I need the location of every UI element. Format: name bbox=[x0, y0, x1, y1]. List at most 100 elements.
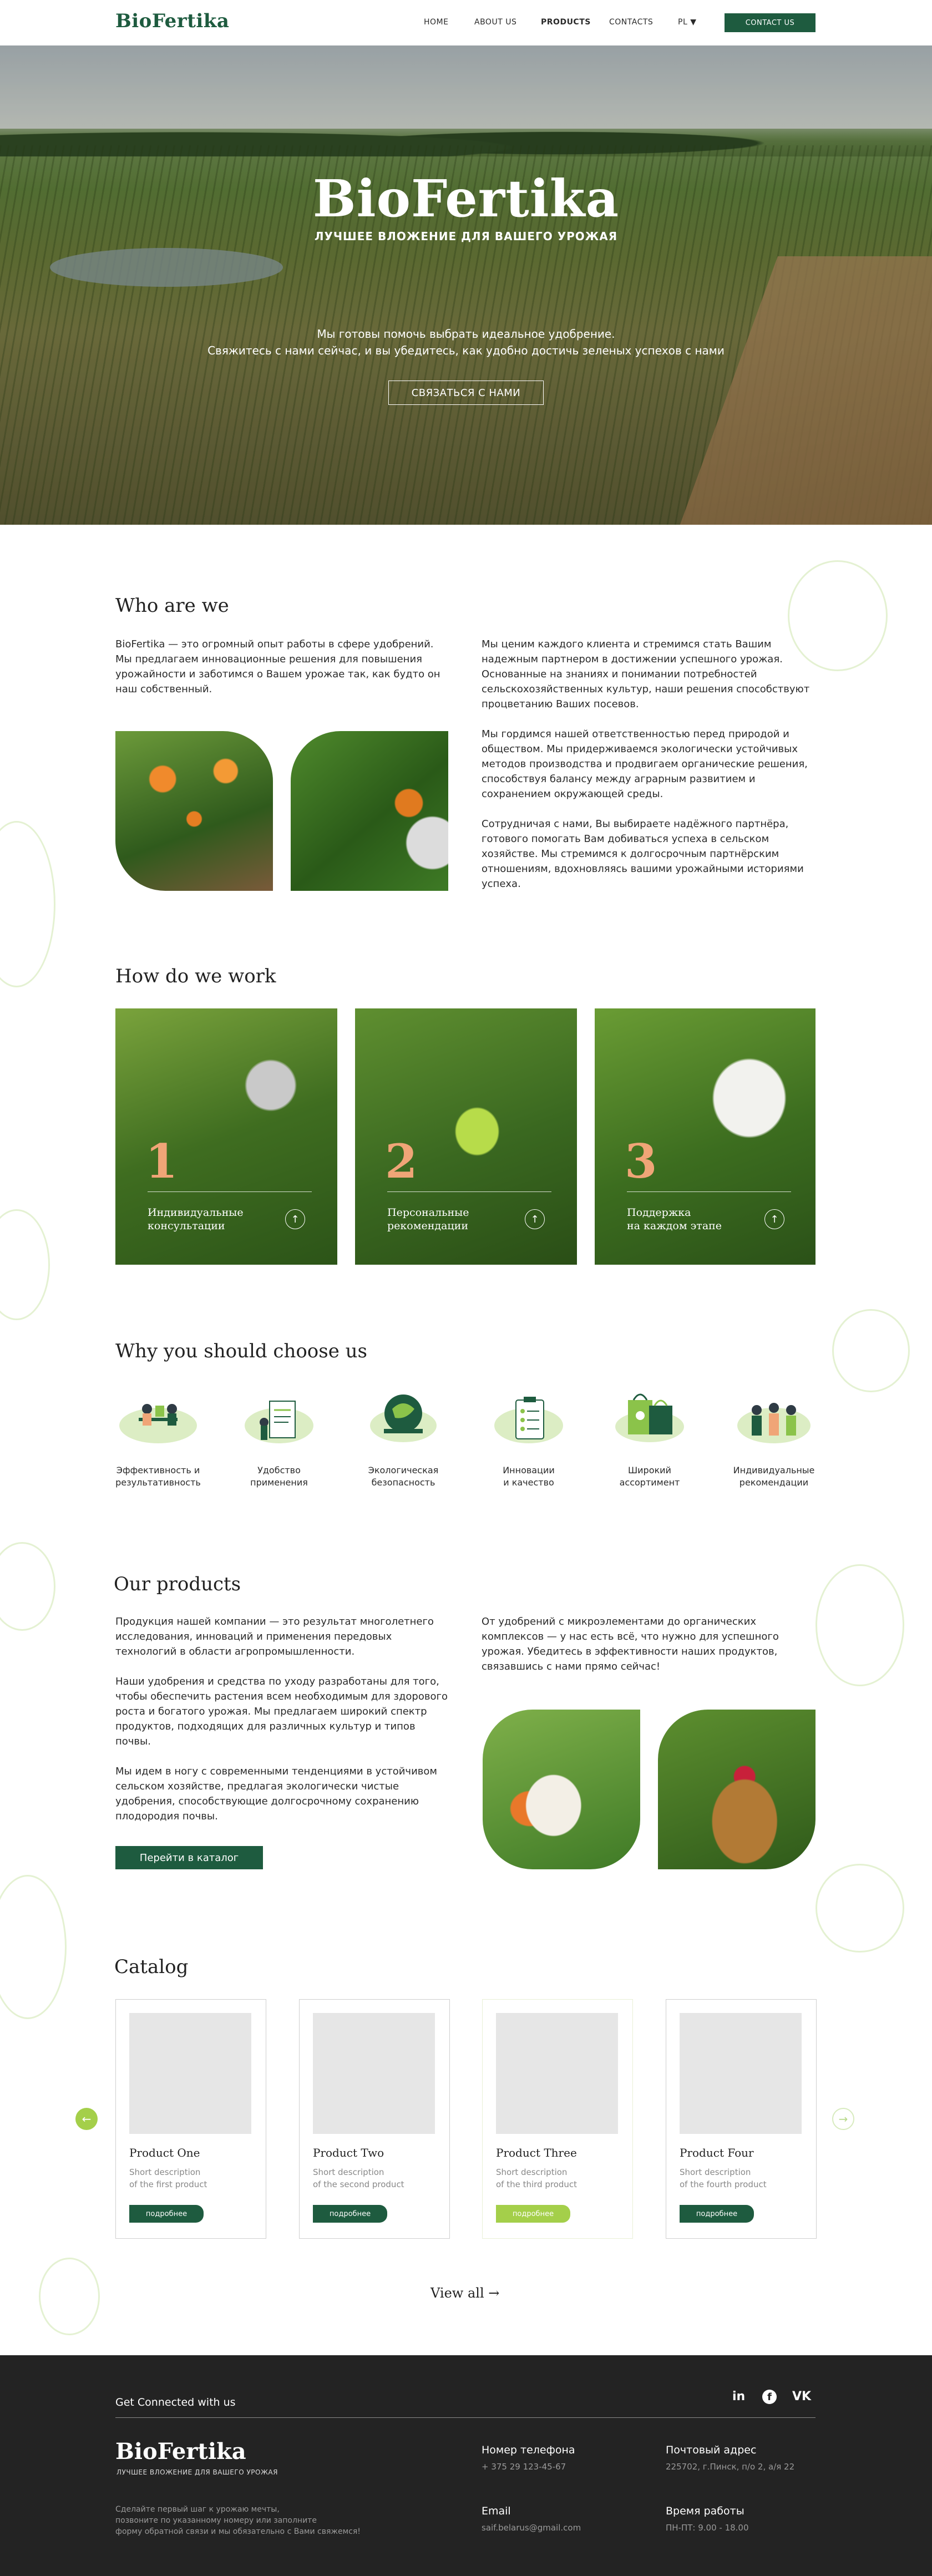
work-card-number: 2 bbox=[385, 1134, 418, 1189]
products-title: Our products bbox=[114, 1573, 241, 1595]
footer-phone-title: Номер телефона bbox=[482, 2444, 575, 2456]
product-more-button[interactable]: подробнее bbox=[313, 2205, 387, 2223]
photo-flowers bbox=[115, 731, 273, 891]
product-image-placeholder bbox=[496, 2013, 618, 2134]
arrow-up-icon[interactable]: ↑ bbox=[764, 1209, 784, 1229]
broccoli-doodle-icon bbox=[832, 1309, 910, 1392]
document-icon bbox=[237, 1391, 321, 1447]
product-name: Product Three bbox=[496, 2146, 577, 2159]
products-right-text: От удобрений с микроэлементами до органи… bbox=[482, 1616, 779, 1672]
footer-blurb-line2: позвоните по указанному номеру или запол… bbox=[115, 2516, 317, 2525]
work-card-label-line1: Индивидуальные bbox=[148, 1206, 244, 1219]
why-label-6: Индивидуальные рекомендации bbox=[733, 1465, 815, 1488]
footer-divider bbox=[115, 2417, 816, 2418]
who-left-text: BioFertika — это огромный опыт работы в … bbox=[115, 638, 440, 695]
hero-text-line2: Свяжитесь с нами сейчас, и вы убедитесь,… bbox=[207, 344, 725, 357]
work-card-label-line2: рекомендации bbox=[387, 1220, 468, 1232]
footer-email[interactable]: saif.belarus@gmail.com bbox=[482, 2523, 581, 2533]
product-name: Product One bbox=[129, 2146, 200, 2159]
product-name: Product Two bbox=[313, 2146, 384, 2159]
work-card-number: 1 bbox=[145, 1134, 178, 1189]
footer-blurb-line3: форму обратной связи и мы обязательно с … bbox=[115, 2527, 361, 2536]
work-card-3[interactable]: 3 Поддержка на каждом этапе ↑ bbox=[595, 1008, 816, 1265]
arrow-up-icon[interactable]: ↑ bbox=[285, 1209, 305, 1229]
work-card-1[interactable]: 1 Индивидуальные консультации ↑ bbox=[115, 1008, 337, 1265]
nav-about[interactable]: ABOUT US bbox=[474, 18, 516, 27]
eco-globe-icon bbox=[362, 1387, 445, 1442]
shopping-bags-icon bbox=[608, 1383, 691, 1442]
footer-hours-title: Время работы bbox=[666, 2505, 744, 2517]
linkedin-icon[interactable]: in bbox=[732, 2390, 745, 2403]
footer-tagline: ЛУЧШЕЕ ВЛОЖЕНИЕ ДЛЯ ВАШЕГО УРОЖАЯ bbox=[116, 2468, 278, 2476]
hero-overlay bbox=[0, 45, 932, 525]
facebook-icon[interactable]: f bbox=[762, 2390, 777, 2404]
product-description: Short description of the first product bbox=[129, 2167, 207, 2189]
who-right-p3: Сотрудничая с нами, Вы выбираете надёжно… bbox=[482, 818, 804, 890]
why-label-4: Инновации и качество bbox=[503, 1465, 555, 1488]
footer-logo[interactable]: BioFertika bbox=[115, 2438, 246, 2465]
product-more-button[interactable]: подробнее bbox=[129, 2205, 204, 2223]
nav-contacts[interactable]: CONTACTS bbox=[609, 18, 653, 27]
work-card-divider bbox=[148, 1191, 312, 1192]
footer-connected-title: Get Connected with us bbox=[115, 2396, 236, 2408]
products-p2: Наши удобрения и средства по уходу разра… bbox=[115, 1676, 448, 1747]
herb-doodle-icon bbox=[0, 1875, 67, 2019]
photo-carrots bbox=[483, 1710, 640, 1869]
work-card-number: 3 bbox=[625, 1134, 657, 1189]
product-image-placeholder bbox=[680, 2013, 802, 2134]
footer-address: 225702, г.Пинск, п/о 2, а/я 22 bbox=[666, 2462, 795, 2472]
work-card-label-line2: консультации bbox=[148, 1220, 225, 1232]
site-footer: Get Connected with us in f VK BioFertika… bbox=[0, 2355, 932, 2576]
work-card-divider bbox=[627, 1191, 791, 1192]
hero-text-line1: Мы готовы помочь выбрать идеальное удобр… bbox=[317, 327, 615, 341]
work-card-label-line1: Поддержка bbox=[627, 1206, 691, 1219]
product-card[interactable]: Product One Short description of the firs… bbox=[115, 1999, 266, 2239]
product-description: Short description of the second product bbox=[313, 2167, 404, 2189]
photo-pruning bbox=[291, 731, 448, 891]
product-more-button[interactable]: подробнее bbox=[680, 2205, 754, 2223]
carrot-doodle-icon bbox=[816, 1564, 904, 1686]
why-label-1: Эффективность и результативность bbox=[115, 1465, 201, 1488]
products-p3: Мы идем в ногу с современными тенденциям… bbox=[115, 1766, 437, 1822]
footer-phone[interactable]: + 375 29 123-45-67 bbox=[482, 2462, 566, 2472]
work-card-label-line2: на каждом этапе bbox=[627, 1220, 722, 1232]
cabbage-doodle-icon bbox=[0, 1209, 50, 1320]
nav-products[interactable]: PRODUCTS bbox=[541, 18, 591, 27]
product-image-placeholder bbox=[313, 2013, 435, 2134]
photo-basket bbox=[658, 1710, 816, 1869]
garlic-doodle-icon bbox=[39, 2258, 100, 2335]
product-image-placeholder bbox=[129, 2013, 251, 2134]
product-card[interactable]: Product Three Short description of the th… bbox=[482, 1999, 633, 2239]
clipboard-icon bbox=[487, 1391, 570, 1447]
onion-doodle-icon bbox=[0, 1542, 55, 1631]
footer-blurb-line1: Сделайте первый шаг к урожаю мечты, bbox=[115, 2505, 280, 2514]
product-card[interactable]: Product Two Short description of the seco… bbox=[299, 1999, 450, 2239]
why-label-2: Удобство применения bbox=[250, 1465, 308, 1488]
who-title: Who are we bbox=[115, 595, 229, 617]
how-title: How do we work bbox=[115, 965, 276, 987]
catalog-title: Catalog bbox=[114, 1956, 189, 1978]
products-p1: Продукция нашей компании — это результат… bbox=[115, 1616, 434, 1657]
footer-hours: ПН-ПТ: 9.00 - 18.00 bbox=[666, 2523, 749, 2533]
logo[interactable]: BioFertika bbox=[115, 10, 229, 32]
why-title: Why you should choose us bbox=[115, 1340, 368, 1362]
hero-contact-button[interactable]: СВЯЗАТЬСЯ С НАМИ bbox=[388, 381, 544, 405]
hero-banner: BioFertika ЛУЧШЕЕ ВЛОЖЕНИЕ ДЛЯ ВАШЕГО УР… bbox=[0, 45, 932, 525]
why-label-3: Экологическая безопасность bbox=[368, 1465, 439, 1488]
product-card[interactable]: Product Four Short description of the fou… bbox=[666, 1999, 817, 2239]
carousel-prev-icon[interactable]: ← bbox=[75, 2108, 98, 2130]
arrow-up-icon[interactable]: ↑ bbox=[525, 1209, 545, 1229]
people-icon bbox=[732, 1391, 816, 1447]
work-card-2[interactable]: 2 Персональные рекомендации ↑ bbox=[355, 1008, 577, 1265]
site-header: BioFertika HOME ABOUT US PRODUCTS CONTAC… bbox=[0, 0, 932, 45]
vk-icon[interactable]: VK bbox=[792, 2390, 811, 2403]
language-select[interactable]: PL ▼ bbox=[678, 18, 696, 27]
nav-home[interactable]: HOME bbox=[424, 18, 448, 27]
work-card-divider bbox=[387, 1191, 551, 1192]
product-more-button[interactable]: подробнее bbox=[496, 2205, 570, 2223]
go-to-catalog-button[interactable]: Перейти в каталог bbox=[115, 1846, 263, 1869]
carousel-next-icon[interactable]: → bbox=[832, 2108, 854, 2130]
cabbage-doodle-icon-2 bbox=[816, 1864, 904, 1953]
view-all-link[interactable]: View all → bbox=[430, 2285, 499, 2301]
contact-us-button[interactable]: CONTACT US bbox=[725, 13, 816, 32]
